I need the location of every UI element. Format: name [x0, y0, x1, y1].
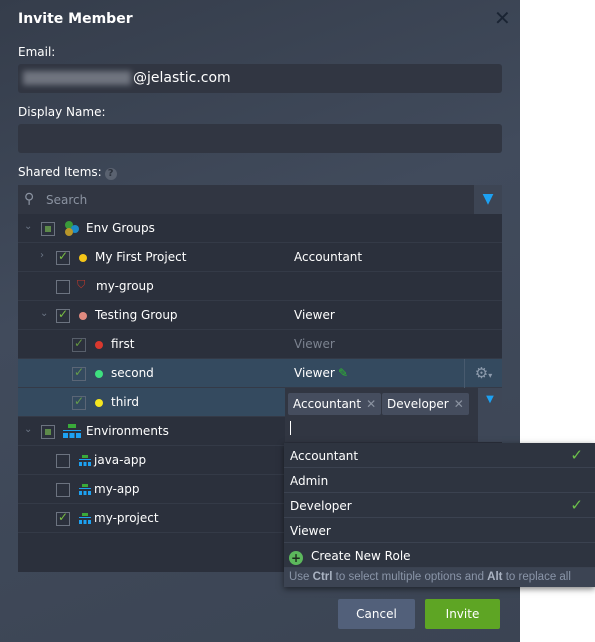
cancel-button[interactable]: Cancel	[338, 599, 415, 629]
row-label: second	[111, 366, 154, 380]
checkbox[interactable]	[41, 222, 55, 236]
role-label: Viewer	[294, 337, 335, 351]
checkbox[interactable]	[72, 365, 86, 381]
dropdown-option[interactable]: Accountant ✓	[284, 443, 595, 468]
checkbox[interactable]	[56, 454, 70, 468]
tree-row-environments[interactable]: ⌄ Environments	[18, 417, 285, 446]
close-icon[interactable]: ✕	[494, 6, 511, 30]
invite-button[interactable]: Invite	[425, 599, 500, 629]
role-dropdown: Accountant ✓ Admin Developer ✓ Viewer + Cre…	[284, 443, 595, 587]
shared-items-text: Shared Items:	[18, 165, 102, 179]
row-label: first	[111, 337, 135, 351]
search-placeholder: Search	[46, 193, 88, 207]
dropdown-hint: Use Ctrl to select multiple options and …	[284, 568, 595, 587]
color-dot	[79, 312, 87, 320]
search-input[interactable]: ⚲ Search ▼	[18, 185, 502, 214]
plus-icon: +	[289, 551, 303, 565]
option-label: Viewer	[290, 524, 331, 538]
environment-icon	[79, 484, 91, 495]
option-label: Admin	[290, 474, 329, 488]
checkbox[interactable]	[56, 483, 70, 497]
dropdown-option[interactable]: Viewer	[284, 518, 595, 543]
option-label: Developer	[290, 499, 352, 513]
color-dot	[95, 341, 103, 349]
tree-row[interactable]: › My First Project Accountant	[18, 243, 502, 272]
row-label: my-app	[94, 482, 140, 496]
row-label: java-app	[94, 453, 147, 467]
row-label: my-group	[96, 279, 154, 293]
env-groups-icon	[65, 221, 79, 236]
tree-row[interactable]: third	[18, 388, 285, 417]
role-label[interactable]: Accountant	[294, 250, 362, 264]
remove-tag-icon[interactable]: ✕	[366, 397, 376, 411]
environment-icon	[79, 513, 91, 524]
email-label: Email:	[18, 45, 56, 59]
search-icon: ⚲	[24, 191, 35, 207]
hint-key: Ctrl	[312, 571, 333, 583]
checkbox[interactable]	[72, 394, 86, 410]
checkbox[interactable]	[56, 280, 70, 294]
shield-icon: ⛉	[77, 278, 86, 291]
tree-row[interactable]: my-app	[18, 475, 285, 504]
checkbox[interactable]	[41, 425, 55, 439]
role-tag-field[interactable]: Accountant ✕ Developer ✕	[285, 388, 478, 442]
email-field[interactable]: @jelastic.com	[18, 64, 502, 93]
chevron-down-icon[interactable]: ⌄	[24, 221, 32, 232]
dialog-title: Invite Member	[18, 11, 133, 27]
checkbox[interactable]	[56, 510, 70, 526]
pencil-icon[interactable]: ✎	[338, 366, 348, 380]
dropdown-option[interactable]: Admin	[284, 468, 595, 493]
checkbox[interactable]	[56, 307, 70, 323]
tree-row[interactable]: java-app	[18, 446, 285, 475]
tree-row-env-groups[interactable]: ⌄ Env Groups	[18, 214, 502, 243]
chevron-down-icon[interactable]: ⌄	[40, 308, 48, 319]
role-tag: Accountant ✕	[288, 393, 382, 415]
display-name-field[interactable]	[18, 124, 502, 153]
text-caret	[290, 421, 291, 435]
tree-row[interactable]: ⌄ Testing Group Viewer	[18, 301, 502, 330]
hint-key: Alt	[487, 571, 503, 583]
color-dot	[95, 370, 103, 378]
tree-row[interactable]: ⛉ my-group	[18, 272, 502, 301]
row-label: Env Groups	[86, 221, 155, 235]
chevron-down-icon[interactable]: ⌄	[24, 424, 32, 435]
environments-icon	[63, 424, 81, 438]
row-label: my-project	[94, 511, 159, 525]
create-new-role-option[interactable]: + Create New Role	[284, 543, 595, 568]
color-dot	[79, 254, 87, 262]
hint-text: Use	[289, 571, 313, 583]
row-label: My First Project	[95, 250, 187, 264]
tag-label: Accountant	[293, 397, 362, 411]
gear-icon[interactable]: ⚙▾	[464, 359, 502, 388]
option-label: Accountant	[290, 449, 359, 463]
filter-icon[interactable]: ▼	[474, 185, 502, 214]
checkbox[interactable]	[56, 249, 70, 265]
help-icon[interactable]: ?	[104, 168, 117, 180]
display-name-label: Display Name:	[18, 105, 106, 119]
chevron-right-icon[interactable]: ›	[40, 250, 44, 261]
environment-icon	[79, 455, 91, 466]
row-label: Testing Group	[95, 308, 178, 322]
tree-row[interactable]: second Viewer ✎ ⚙▾	[18, 359, 502, 388]
row-label: third	[111, 395, 139, 409]
shared-items-label: Shared Items:?	[18, 165, 117, 180]
color-dot	[95, 399, 103, 407]
tag-label: Developer	[387, 397, 449, 411]
hint-text: to replace all	[502, 571, 571, 583]
option-label: Create New Role	[311, 549, 411, 563]
dropdown-option[interactable]: Developer ✓	[284, 493, 595, 518]
role-label[interactable]: Viewer	[294, 366, 335, 380]
check-icon: ✓	[570, 446, 583, 464]
check-icon: ✓	[570, 496, 583, 514]
email-value: @jelastic.com	[133, 70, 231, 86]
role-tag: Developer ✕	[382, 393, 469, 415]
remove-tag-icon[interactable]: ✕	[454, 397, 464, 411]
dropdown-trigger[interactable]: ▼	[478, 388, 502, 442]
role-label[interactable]: Viewer	[294, 308, 335, 322]
tree-row[interactable]: first Viewer	[18, 330, 502, 359]
hint-text: to select multiple options and	[332, 571, 488, 583]
row-label: Environments	[86, 424, 169, 438]
redacted-text	[23, 71, 131, 85]
checkbox[interactable]	[72, 336, 86, 352]
